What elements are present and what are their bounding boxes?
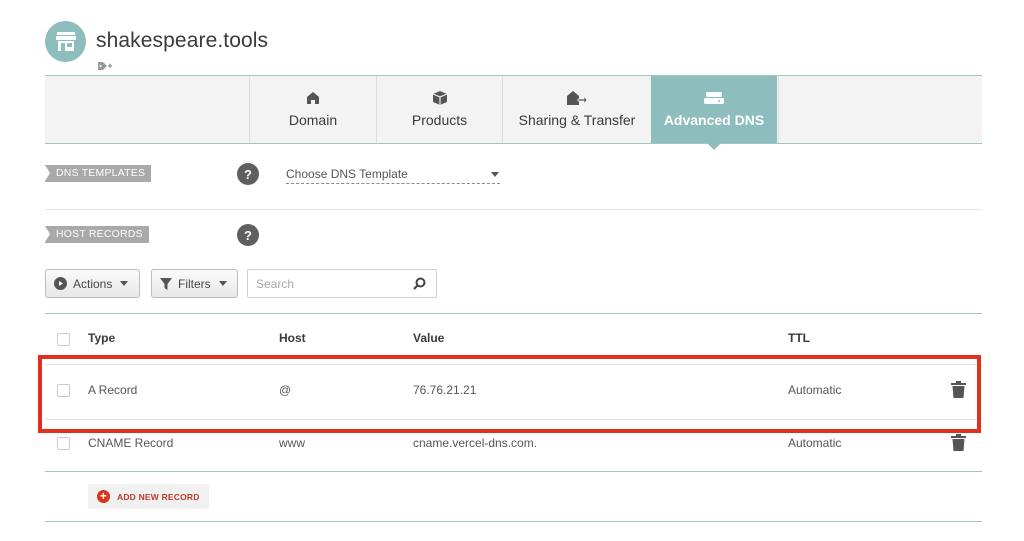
search-box (247, 269, 437, 298)
tab-label: Sharing & Transfer (518, 112, 636, 128)
plus-icon: + (97, 490, 110, 503)
record-host: www (279, 436, 305, 450)
host-records-label: HOST RECORDS (45, 226, 149, 243)
filters-button[interactable]: Filters (151, 269, 238, 298)
dns-template-value: Choose DNS Template (286, 167, 408, 181)
play-icon (54, 277, 67, 290)
record-type: CNAME Record (88, 436, 174, 450)
home-icon (306, 90, 320, 106)
trash-icon[interactable] (951, 381, 966, 403)
actions-button[interactable]: Actions (45, 269, 140, 298)
add-new-record-button[interactable]: + ADD NEW RECORD (88, 484, 209, 509)
row-divider (45, 419, 982, 420)
row-checkbox[interactable] (57, 437, 70, 450)
tab-divider (778, 76, 779, 143)
record-ttl: Automatic (788, 436, 842, 450)
chevron-down-icon (491, 171, 499, 177)
row-divider (45, 364, 982, 365)
add-new-record-label: ADD NEW RECORD (117, 491, 200, 502)
box-icon (432, 90, 448, 106)
trash-icon[interactable] (951, 434, 966, 456)
dns-template-select[interactable]: Choose DNS Template (286, 165, 500, 184)
add-tag-icon[interactable] (97, 58, 113, 76)
tab-label: Advanced DNS (663, 112, 765, 128)
dns-templates-label: DNS TEMPLATES (45, 165, 152, 182)
transfer-icon (567, 90, 587, 106)
row-checkbox[interactable] (57, 384, 70, 397)
select-all-checkbox[interactable] (57, 333, 70, 346)
search-icon[interactable] (413, 277, 426, 295)
tab-sharing-transfer[interactable]: Sharing & Transfer (502, 76, 651, 143)
search-input[interactable] (248, 270, 398, 297)
chevron-down-icon (120, 281, 129, 286)
footer-divider (45, 521, 982, 522)
record-value: 76.76.21.21 (413, 383, 477, 397)
section-divider (45, 209, 982, 210)
record-value: cname.vercel-dns.com. (413, 436, 538, 450)
tab-label: Domain (288, 112, 338, 128)
filter-icon (160, 277, 172, 290)
tab-advanced-dns[interactable]: Advanced DNS (651, 76, 777, 150)
column-header-ttl[interactable]: TTL (788, 331, 810, 345)
host-records-help-icon[interactable]: ? (237, 224, 259, 246)
record-type: A Record (88, 383, 138, 397)
actions-label: Actions (73, 276, 113, 291)
tab-domain[interactable]: Domain (249, 76, 376, 143)
domain-title: shakespeare.tools (96, 29, 269, 52)
domain-tabs: Domain Products Sharing & Transfer Advan… (45, 75, 982, 150)
store-icon (45, 21, 86, 62)
server-icon (704, 90, 724, 106)
tab-label: Products (411, 112, 468, 128)
column-header-type[interactable]: Type (88, 331, 115, 345)
chevron-down-icon (218, 281, 227, 286)
dns-templates-help-icon[interactable]: ? (237, 163, 259, 185)
table-bottom-border (45, 471, 982, 472)
tab-products[interactable]: Products (376, 76, 502, 143)
record-ttl: Automatic (788, 383, 842, 397)
filters-label: Filters (178, 276, 211, 291)
record-host: @ (279, 383, 292, 397)
column-header-value[interactable]: Value (413, 331, 444, 345)
table-top-border (45, 313, 982, 314)
column-header-host[interactable]: Host (279, 331, 306, 345)
